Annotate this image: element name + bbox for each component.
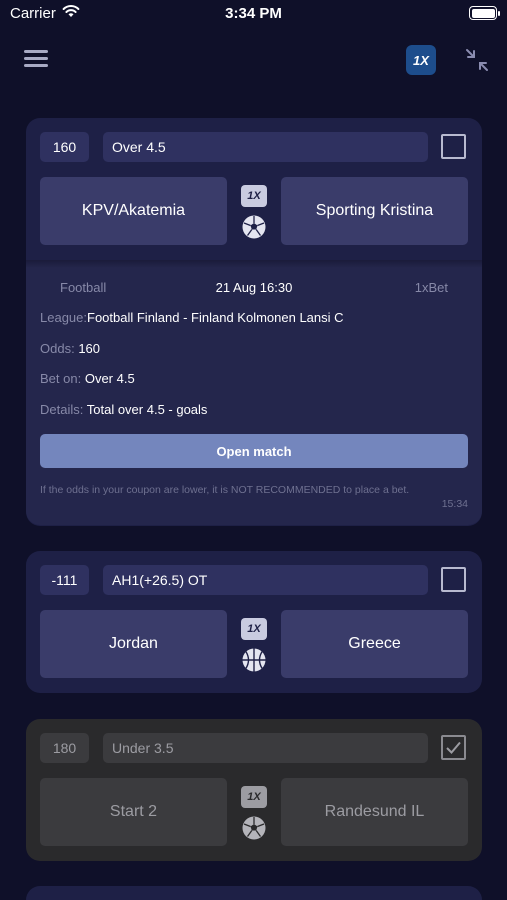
- details-label: Details:: [40, 402, 84, 417]
- odds-warning: If the odds in your coupon are lower, it…: [40, 484, 410, 496]
- battery-icon: [469, 6, 500, 20]
- odds-label: Odds:: [40, 341, 75, 356]
- bet-field: Over 4.5: [103, 132, 428, 162]
- basketball-icon: [242, 648, 266, 672]
- details-value: Total over 4.5 - goals: [86, 402, 208, 417]
- bet-card: -111 AH1(+26.5) OT Jordan 1X Greece: [26, 551, 482, 693]
- details-row: Details: Total over 4.5 - goals: [40, 402, 207, 417]
- match-date: 21 Aug 16:30: [215, 280, 293, 295]
- away-team-button[interactable]: Sporting Kristina: [281, 177, 468, 245]
- away-team-button[interactable]: Greece: [281, 610, 468, 678]
- away-team-button[interactable]: Randesund IL: [281, 778, 468, 846]
- soccer-ball-icon: [242, 816, 266, 840]
- bookmaker-mini-logo: 1X: [241, 618, 267, 640]
- bookmaker-mini-logo: 1X: [241, 185, 267, 207]
- league-value: Football Finland - Finland Kolmonen Lans…: [87, 310, 344, 325]
- odds-value: 160: [78, 341, 101, 356]
- bet-value: Over 4.5: [84, 371, 135, 386]
- bookmaker-label: 1xBet: [414, 280, 448, 295]
- menu-button[interactable]: [24, 50, 48, 70]
- menu-line: [24, 57, 48, 60]
- open-match-button[interactable]: Open match: [40, 434, 468, 468]
- bet-card: [26, 886, 482, 900]
- home-team-button[interactable]: KPV/Akatemia: [40, 177, 227, 245]
- checkmark-icon: [446, 741, 461, 754]
- status-bar: Carrier 3:34 PM: [0, 0, 507, 30]
- bet-row: Bet on: Over 4.5: [40, 371, 135, 386]
- menu-line: [24, 50, 48, 53]
- bookmaker-logo-text: 1X: [413, 52, 429, 68]
- menu-line: [24, 64, 48, 67]
- soccer-ball-icon: [242, 215, 266, 239]
- card-time: 15:34: [441, 498, 468, 510]
- home-team-button[interactable]: Jordan: [40, 610, 227, 678]
- collapse-icon[interactable]: [463, 46, 491, 74]
- bookmaker-logo-button[interactable]: 1X: [406, 45, 436, 75]
- bet-checkbox[interactable]: [441, 567, 466, 592]
- odds-field: 160: [40, 132, 89, 162]
- odds-field: 180: [40, 733, 89, 763]
- bet-card-completed: 180 Under 3.5 Start 2 1X Randesund IL: [26, 719, 482, 861]
- status-time: 3:34 PM: [225, 5, 282, 22]
- bet-field: Under 3.5: [103, 733, 428, 763]
- bet-checkbox-checked[interactable]: [441, 735, 466, 760]
- bookmaker-mini-logo: 1X: [241, 786, 267, 808]
- league-label: League:: [40, 310, 87, 325]
- details-divider: [26, 260, 482, 268]
- bet-card: 160 Over 4.5 KPV/Akatemia 1X Sporting Kr…: [26, 118, 482, 526]
- odds-field: -111: [40, 565, 89, 595]
- home-team-button[interactable]: Start 2: [40, 778, 227, 846]
- league-row: League:Football Finland - Finland Kolmon…: [40, 310, 344, 325]
- bet-field: AH1(+26.5) OT: [103, 565, 428, 595]
- bet-checkbox[interactable]: [441, 134, 466, 159]
- odds-row: Odds: 160: [40, 341, 100, 356]
- bet-label: Bet on:: [40, 371, 82, 386]
